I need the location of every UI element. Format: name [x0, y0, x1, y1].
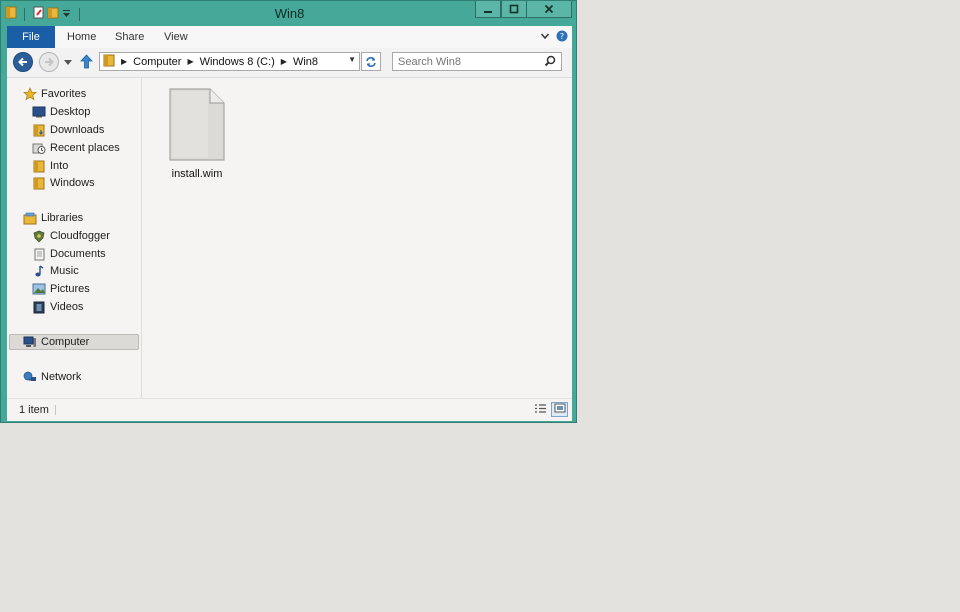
- address-bar[interactable]: ▶ Computer ▶ Windows 8 (C:) ▶ Win8 ▼: [99, 52, 360, 71]
- nav-pictures-label: Pictures: [50, 283, 90, 295]
- minimize-button[interactable]: [475, 1, 501, 18]
- item-count: 1 item: [19, 404, 49, 416]
- downloads-folder-icon: [32, 123, 46, 137]
- large-icons-view-button[interactable]: [551, 402, 568, 417]
- nav-music-label: Music: [50, 265, 79, 277]
- shield-icon: [32, 229, 46, 243]
- nav-recent-places-label: Recent places: [50, 142, 120, 154]
- computer-icon: [23, 335, 37, 349]
- network-icon: [23, 370, 37, 384]
- nav-cloudfogger[interactable]: Cloudfogger: [32, 228, 110, 244]
- up-arrow-icon[interactable]: [80, 54, 93, 72]
- folder-icon: [103, 54, 115, 70]
- back-button[interactable]: [13, 52, 33, 72]
- generic-file-icon: [168, 88, 226, 165]
- nav-libraries[interactable]: Libraries: [23, 210, 83, 226]
- nav-videos-label: Videos: [50, 301, 84, 313]
- refresh-button[interactable]: [361, 52, 381, 71]
- file-list: install.wim: [142, 78, 572, 398]
- recent-places-icon: [32, 141, 46, 155]
- status-bar: 1 item: [7, 398, 572, 421]
- nav-windows[interactable]: Windows: [32, 175, 95, 191]
- breadcrumb-computer[interactable]: Computer: [133, 56, 181, 68]
- nav-favorites[interactable]: Favorites: [23, 86, 86, 102]
- nav-desktop-label: Desktop: [50, 106, 91, 118]
- nav-into-label: Into: [50, 160, 69, 172]
- ribbon-tabs: File Home Share View ?: [7, 26, 572, 49]
- nav-downloads[interactable]: Downloads: [32, 122, 104, 138]
- chevron-right-icon[interactable]: ▶: [121, 57, 127, 66]
- pictures-icon: [32, 282, 46, 296]
- libraries-icon: [23, 211, 37, 225]
- nav-recent-places[interactable]: Recent places: [32, 140, 120, 156]
- nav-computer[interactable]: Computer: [9, 334, 139, 350]
- explorer-window: Win8 File Home Share View ? ▶ Computer ▶…: [0, 0, 577, 423]
- tab-home[interactable]: Home: [67, 26, 96, 48]
- forward-button[interactable]: [39, 52, 59, 72]
- nav-pictures[interactable]: Pictures: [32, 281, 90, 297]
- view-switcher: [532, 402, 568, 417]
- title-bar: Win8: [1, 1, 578, 26]
- details-view-button[interactable]: [532, 402, 549, 417]
- status-divider: [55, 405, 56, 415]
- expand-ribbon-chevron-icon[interactable]: [540, 31, 550, 44]
- nav-favorites-label: Favorites: [41, 88, 87, 100]
- nav-desktop[interactable]: Desktop: [32, 104, 90, 120]
- close-button[interactable]: [527, 1, 572, 18]
- nav-downloads-label: Downloads: [50, 124, 105, 136]
- search-icon[interactable]: [544, 55, 556, 70]
- maximize-button[interactable]: [501, 1, 527, 18]
- address-dropdown-icon[interactable]: ▼: [348, 55, 356, 64]
- search-box: [392, 52, 562, 71]
- caption-buttons: [475, 1, 572, 18]
- tab-file[interactable]: File: [7, 26, 55, 48]
- details-view-icon: [534, 403, 547, 417]
- breadcrumb-win8[interactable]: Win8: [293, 56, 318, 68]
- nav-computer-label: Computer: [41, 336, 90, 348]
- nav-windows-label: Windows: [50, 177, 95, 189]
- ribbon-controls: ?: [540, 30, 568, 45]
- file-item[interactable]: install.wim: [164, 88, 230, 180]
- recent-locations-dropdown-icon[interactable]: [64, 57, 72, 69]
- nav-network[interactable]: Network: [23, 369, 81, 385]
- tab-view[interactable]: View: [164, 26, 188, 48]
- star-icon: [23, 87, 37, 101]
- nav-cloudfogger-label: Cloudfogger: [50, 230, 110, 242]
- svg-text:?: ?: [560, 32, 564, 41]
- nav-documents[interactable]: Documents: [32, 246, 106, 262]
- folder-icon: [32, 176, 46, 190]
- navigation-pane: Favorites Desktop Downloads Recent place…: [7, 78, 142, 398]
- folder-icon: [32, 159, 46, 173]
- documents-icon: [32, 247, 46, 261]
- chevron-right-icon[interactable]: ▶: [187, 57, 193, 66]
- music-note-icon: [32, 264, 46, 278]
- film-icon: [32, 300, 46, 314]
- nav-documents-label: Documents: [50, 248, 106, 260]
- nav-videos[interactable]: Videos: [32, 299, 83, 315]
- breadcrumb-drive[interactable]: Windows 8 (C:): [200, 56, 275, 68]
- chevron-right-icon[interactable]: ▶: [281, 57, 287, 66]
- search-input[interactable]: [398, 55, 538, 68]
- file-name: install.wim: [171, 168, 223, 180]
- nav-network-label: Network: [41, 371, 82, 383]
- desktop-icon: [32, 105, 46, 119]
- help-icon[interactable]: ?: [556, 30, 568, 45]
- breadcrumb: ▶ Computer ▶ Windows 8 (C:) ▶ Win8: [115, 56, 318, 68]
- content-area: Favorites Desktop Downloads Recent place…: [7, 78, 572, 398]
- large-icons-view-icon: [554, 403, 566, 416]
- navigation-bar: ▶ Computer ▶ Windows 8 (C:) ▶ Win8 ▼: [7, 48, 572, 78]
- nav-music[interactable]: Music: [32, 263, 79, 279]
- nav-libraries-label: Libraries: [41, 212, 84, 224]
- tab-share[interactable]: Share: [115, 26, 144, 48]
- nav-into[interactable]: Into: [32, 158, 68, 174]
